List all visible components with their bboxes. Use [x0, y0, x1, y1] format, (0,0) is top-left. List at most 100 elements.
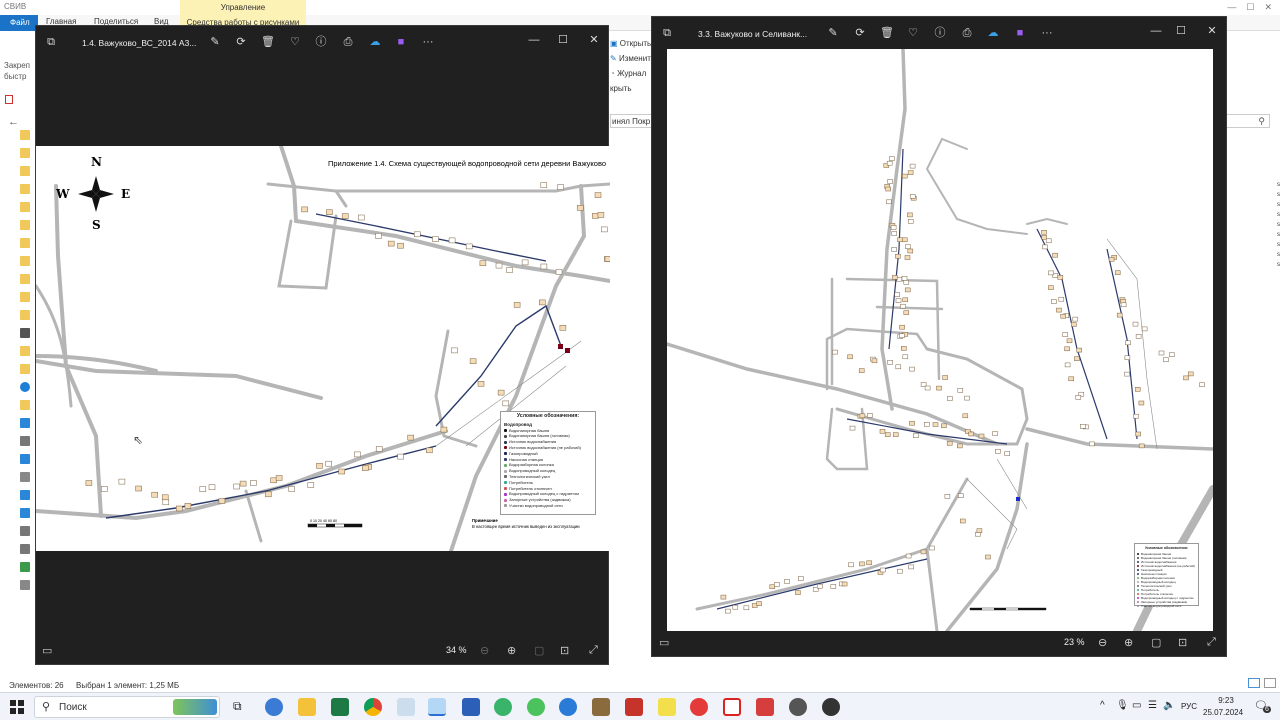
- yandex-browser-icon[interactable]: [690, 698, 708, 716]
- folder-icon[interactable]: [20, 148, 30, 158]
- folder-icon[interactable]: [20, 292, 30, 302]
- more-options-icon[interactable]: ···: [1040, 26, 1054, 40]
- edge-icon[interactable]: [559, 698, 577, 716]
- onedrive-icon[interactable]: ☁: [368, 35, 382, 49]
- more-options-icon[interactable]: ···: [421, 35, 435, 49]
- info-icon[interactable]: ⓘ: [933, 26, 947, 40]
- delete-icon[interactable]: 🗑: [261, 35, 275, 49]
- drive-icon[interactable]: [20, 328, 30, 338]
- downloads-icon[interactable]: [20, 454, 30, 464]
- history-button[interactable]: ◔ Журнал: [610, 66, 655, 81]
- actual-size-icon[interactable]: ⊡: [1178, 636, 1187, 649]
- folder-icon[interactable]: [20, 238, 30, 248]
- edit-image-icon[interactable]: ✎: [826, 26, 840, 40]
- anydesk-icon[interactable]: [756, 698, 774, 716]
- checkbox-icon[interactable]: [5, 95, 13, 104]
- excel-icon[interactable]: [331, 698, 349, 716]
- onedrive-icon[interactable]: ☁: [986, 26, 1000, 40]
- drive-icon[interactable]: [20, 526, 30, 536]
- show-hidden-icons[interactable]: ^: [1100, 700, 1105, 711]
- folder-icon[interactable]: [20, 130, 30, 140]
- tab-file[interactable]: Файл: [0, 15, 38, 31]
- delete-icon[interactable]: 🗑: [880, 26, 894, 40]
- folder-icon[interactable]: [20, 346, 30, 356]
- map-image-vazhukovo[interactable]: N S W E Приложение 1.4. Схема существующ…: [36, 146, 610, 551]
- open-button[interactable]: ▣ Открыть: [610, 36, 655, 51]
- folder-icon[interactable]: [20, 364, 30, 374]
- chrome-icon[interactable]: [364, 698, 382, 716]
- app-icon[interactable]: [822, 698, 840, 716]
- task-view-icon[interactable]: ⧉: [233, 699, 242, 714]
- close-icon[interactable]: ✕: [1204, 23, 1220, 39]
- folder-icon[interactable]: [20, 310, 30, 320]
- volume-icon[interactable]: 🔈: [1163, 700, 1175, 711]
- network-drive-icon[interactable]: [20, 562, 30, 572]
- calculator-icon[interactable]: [397, 698, 415, 716]
- file-explorer-icon[interactable]: [298, 698, 316, 716]
- clock-time[interactable]: 9:23: [1214, 696, 1238, 705]
- edit-button[interactable]: ✎ Изменить: [610, 51, 655, 66]
- search-icon[interactable]: ⚲: [1258, 116, 1265, 127]
- drive-icon[interactable]: [20, 472, 30, 482]
- maximize-icon[interactable]: ☐: [555, 32, 571, 48]
- battery-icon[interactable]: ▭: [1132, 700, 1141, 711]
- word-icon[interactable]: [462, 698, 480, 716]
- fit-to-window-icon[interactable]: ▢: [534, 644, 544, 657]
- close-icon[interactable]: ✕: [586, 32, 602, 48]
- onedrive-icon[interactable]: [20, 382, 30, 392]
- actual-size-icon[interactable]: ⊡: [560, 644, 569, 657]
- sticky-notes-icon[interactable]: [658, 698, 676, 716]
- pdf-reader-icon[interactable]: [723, 698, 741, 716]
- browser-green-icon[interactable]: [494, 698, 512, 716]
- zoom-in-icon[interactable]: ⊕: [1124, 636, 1133, 649]
- fit-to-window-icon[interactable]: ▢: [1151, 636, 1161, 649]
- fullscreen-icon[interactable]: ⤢: [589, 644, 598, 657]
- print-icon[interactable]: ⎙: [960, 26, 974, 40]
- folder-icon[interactable]: [20, 202, 30, 212]
- browser-green-2-icon[interactable]: [527, 698, 545, 716]
- taskbar-search-box[interactable]: ⚲ Поиск: [34, 696, 220, 718]
- input-language[interactable]: РУС: [1181, 702, 1197, 711]
- map-image-vazhukovo-selivanovo[interactable]: Условные обозначения: Водонапорная башня…: [667, 49, 1213, 631]
- rotate-icon[interactable]: ⟳: [234, 35, 248, 49]
- pin-quick-access-text[interactable]: Закреп быстр: [4, 60, 30, 82]
- network-icon[interactable]: ☰: [1148, 700, 1157, 711]
- photos-icon[interactable]: [428, 698, 446, 716]
- large-icons-view-icon[interactable]: [1264, 678, 1276, 688]
- favorite-icon[interactable]: ♡: [288, 35, 302, 49]
- zoom-out-icon[interactable]: ⊖: [480, 644, 489, 657]
- music-icon[interactable]: [20, 490, 30, 500]
- info-icon[interactable]: ⓘ: [314, 35, 328, 49]
- clock-date[interactable]: 25.07.2024: [1203, 708, 1243, 717]
- folder-icon[interactable]: [20, 274, 30, 284]
- favorite-icon[interactable]: ♡: [906, 26, 920, 40]
- explorer-window-controls[interactable]: — ☐ ✕: [1227, 2, 1272, 13]
- clipchamp-icon[interactable]: ■: [394, 35, 408, 49]
- folder-icon[interactable]: [20, 256, 30, 266]
- microphone-icon[interactable]: 🎙: [1116, 700, 1129, 711]
- clipchamp-icon[interactable]: ■: [1013, 26, 1027, 40]
- filmstrip-icon[interactable]: ▭: [42, 644, 52, 657]
- fullscreen-icon[interactable]: ⤢: [1207, 636, 1216, 649]
- folder-icon[interactable]: [20, 400, 30, 410]
- start-button[interactable]: [10, 700, 24, 714]
- media-player-icon[interactable]: [789, 698, 807, 716]
- details-view-icon[interactable]: [1248, 678, 1260, 688]
- minimize-icon[interactable]: —: [526, 32, 542, 48]
- drive-icon[interactable]: [20, 580, 30, 590]
- folder-icon[interactable]: [20, 184, 30, 194]
- back-arrow-icon[interactable]: ←: [8, 116, 19, 128]
- filmstrip-icon[interactable]: ▭: [659, 636, 669, 649]
- zoom-out-icon[interactable]: ⊖: [1098, 636, 1107, 649]
- zoom-in-icon[interactable]: ⊕: [507, 644, 516, 657]
- archive-icon[interactable]: [592, 698, 610, 716]
- rotate-icon[interactable]: ⟳: [853, 26, 867, 40]
- desktop-icon[interactable]: [20, 508, 30, 518]
- edit-image-icon[interactable]: ✎: [208, 35, 222, 49]
- minimize-icon[interactable]: —: [1148, 23, 1164, 39]
- drive-icon[interactable]: [20, 436, 30, 446]
- widgets-icon[interactable]: [265, 698, 283, 716]
- maximize-icon[interactable]: ☐: [1173, 23, 1189, 39]
- folder-icon[interactable]: [20, 166, 30, 176]
- print-icon[interactable]: ⎙: [341, 35, 355, 49]
